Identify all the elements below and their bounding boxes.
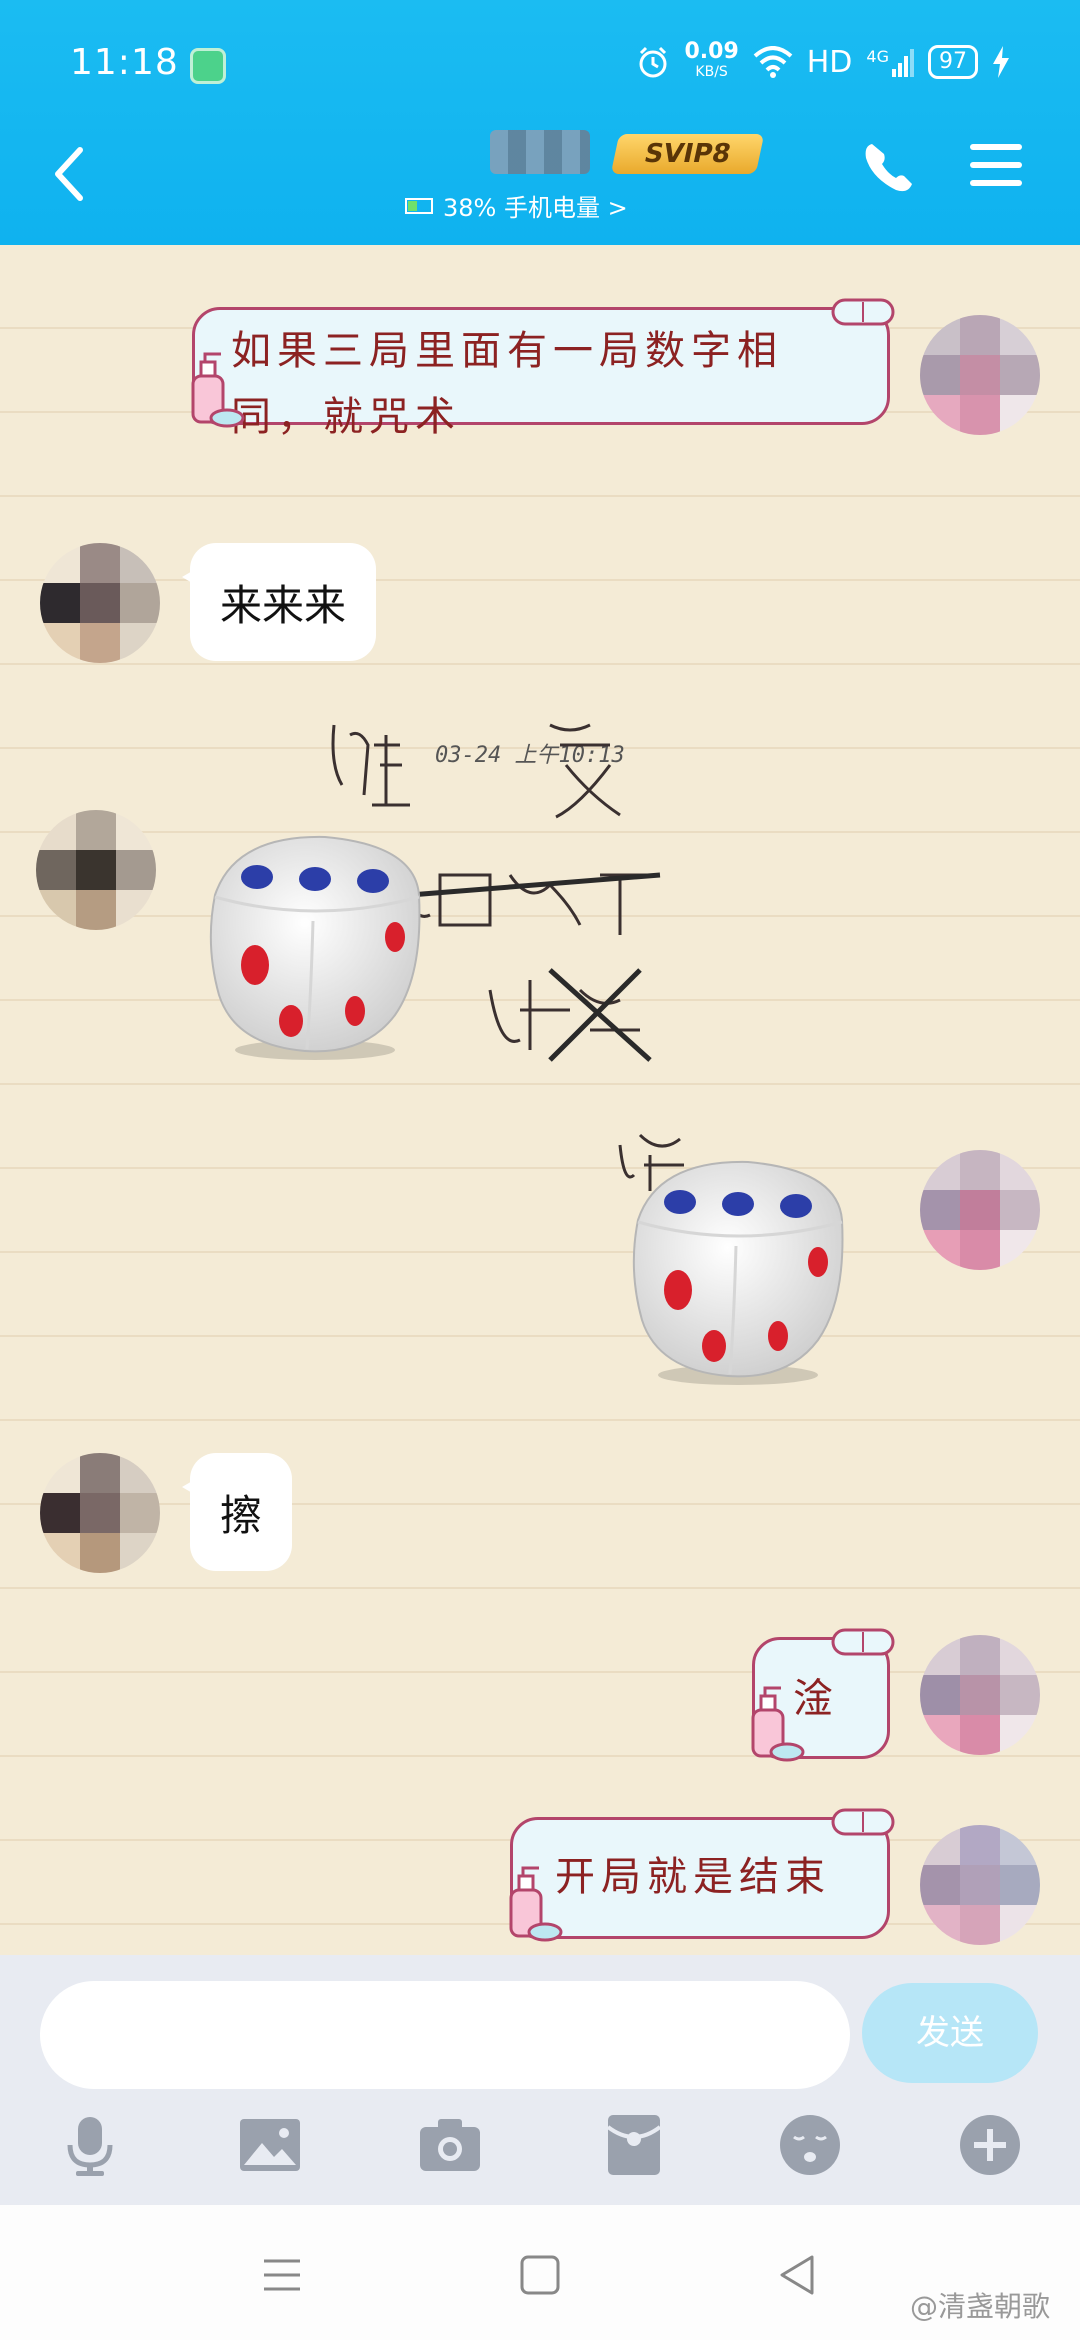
- friend-avatar[interactable]: [36, 810, 156, 930]
- charging-bolt-icon: [993, 46, 1009, 78]
- send-button[interactable]: 发送: [862, 1983, 1038, 2083]
- status-icons: 0.09 KB/S HD 4G 97: [636, 39, 1010, 82]
- phone-battery-status[interactable]: 38% 手机电量 >: [405, 188, 628, 223]
- message-text: 擦: [220, 1490, 263, 1540]
- system-nav-bar: @清盏朝歌: [0, 2205, 1080, 2340]
- signal-label: 4G: [866, 47, 889, 66]
- sanitizer-bottle-icon: [509, 1866, 563, 1942]
- red-packet-icon[interactable]: [602, 2113, 666, 2177]
- my-avatar[interactable]: [920, 1635, 1040, 1755]
- my-avatar[interactable]: [920, 1150, 1040, 1270]
- net-speed-unit: KB/S: [695, 64, 728, 80]
- back-nav-icon[interactable]: [776, 2253, 820, 2297]
- friend-avatar[interactable]: [40, 1453, 160, 1573]
- message-input[interactable]: [40, 1981, 850, 2089]
- chat-area[interactable]: 如果三局里面有一局数字相 同，就咒术 来来来 03-24 上午10:13 擦 淦…: [0, 245, 1080, 1955]
- call-icon[interactable]: [858, 138, 918, 198]
- my-avatar[interactable]: [920, 315, 1040, 435]
- battery-small-icon: [405, 197, 433, 214]
- goggles-icon: [831, 1808, 895, 1836]
- alarm-icon: [639, 46, 667, 78]
- input-panel: 发送: [0, 1955, 1080, 2205]
- image-icon[interactable]: [238, 2113, 302, 2177]
- message-bubble[interactable]: 淦: [751, 1628, 895, 1762]
- message-timestamp: 03-24 上午10:13: [435, 743, 625, 768]
- dice-sticker[interactable]: [618, 1150, 858, 1390]
- message-bubble[interactable]: 擦: [181, 1453, 293, 1571]
- net-speed-value: 0.09: [684, 39, 739, 64]
- top-bar: 11:18 0.09 KB/S HD 4G 97 SVIP8 38% 手机电量 …: [0, 0, 1080, 245]
- phone-battery-text: 38% 手机电量 >: [443, 194, 628, 222]
- message-bubble[interactable]: 如果三局里面有一局数字相 同，就咒术: [191, 298, 895, 440]
- goggles-icon: [831, 1628, 895, 1656]
- back-icon[interactable]: [48, 144, 88, 204]
- signal-indicator: 4G: [866, 47, 914, 77]
- contact-name-blurred[interactable]: [490, 130, 590, 174]
- message-bubble[interactable]: 来来来: [181, 543, 377, 661]
- message-text: 来来来: [220, 580, 347, 630]
- notification-app-icon: [190, 48, 226, 84]
- dice-sticker[interactable]: [195, 825, 435, 1065]
- handwriting-crossed: [488, 968, 652, 1062]
- status-time: 11:18: [70, 42, 179, 83]
- home-nav-icon[interactable]: [518, 2253, 562, 2297]
- menu-icon[interactable]: [970, 144, 1022, 188]
- svip-badge: SVIP8: [610, 134, 765, 174]
- camera-icon[interactable]: [418, 2113, 482, 2177]
- sanitizer-bottle-icon: [751, 1686, 805, 1762]
- watermark: @清盏朝歌: [909, 2290, 1050, 2323]
- hd-label: HD: [806, 44, 853, 80]
- friend-avatar[interactable]: [40, 543, 160, 663]
- goggles-icon: [831, 298, 895, 326]
- mic-icon[interactable]: [58, 2113, 122, 2177]
- emoji-icon[interactable]: [778, 2113, 842, 2177]
- wifi-icon: [753, 46, 793, 78]
- message-bubble[interactable]: 开局就是结束: [509, 1808, 895, 1942]
- plus-icon[interactable]: [958, 2113, 1022, 2177]
- menu-nav-icon[interactable]: [260, 2253, 304, 2297]
- message-text: 如果三局里面有一局数字相: [231, 328, 783, 374]
- net-speed: 0.09 KB/S: [684, 39, 739, 82]
- message-text: 同，就咒术: [231, 394, 461, 440]
- signal-icon: [892, 49, 914, 77]
- status-bar: 11:18 0.09 KB/S HD 4G 97: [0, 0, 1080, 130]
- my-avatar[interactable]: [920, 1825, 1040, 1945]
- chat-header: SVIP8 38% 手机电量 >: [0, 130, 1080, 245]
- battery-indicator: 97: [928, 45, 978, 79]
- message-text: 开局就是结束: [555, 1854, 831, 1900]
- sanitizer-bottle-icon: [191, 352, 245, 428]
